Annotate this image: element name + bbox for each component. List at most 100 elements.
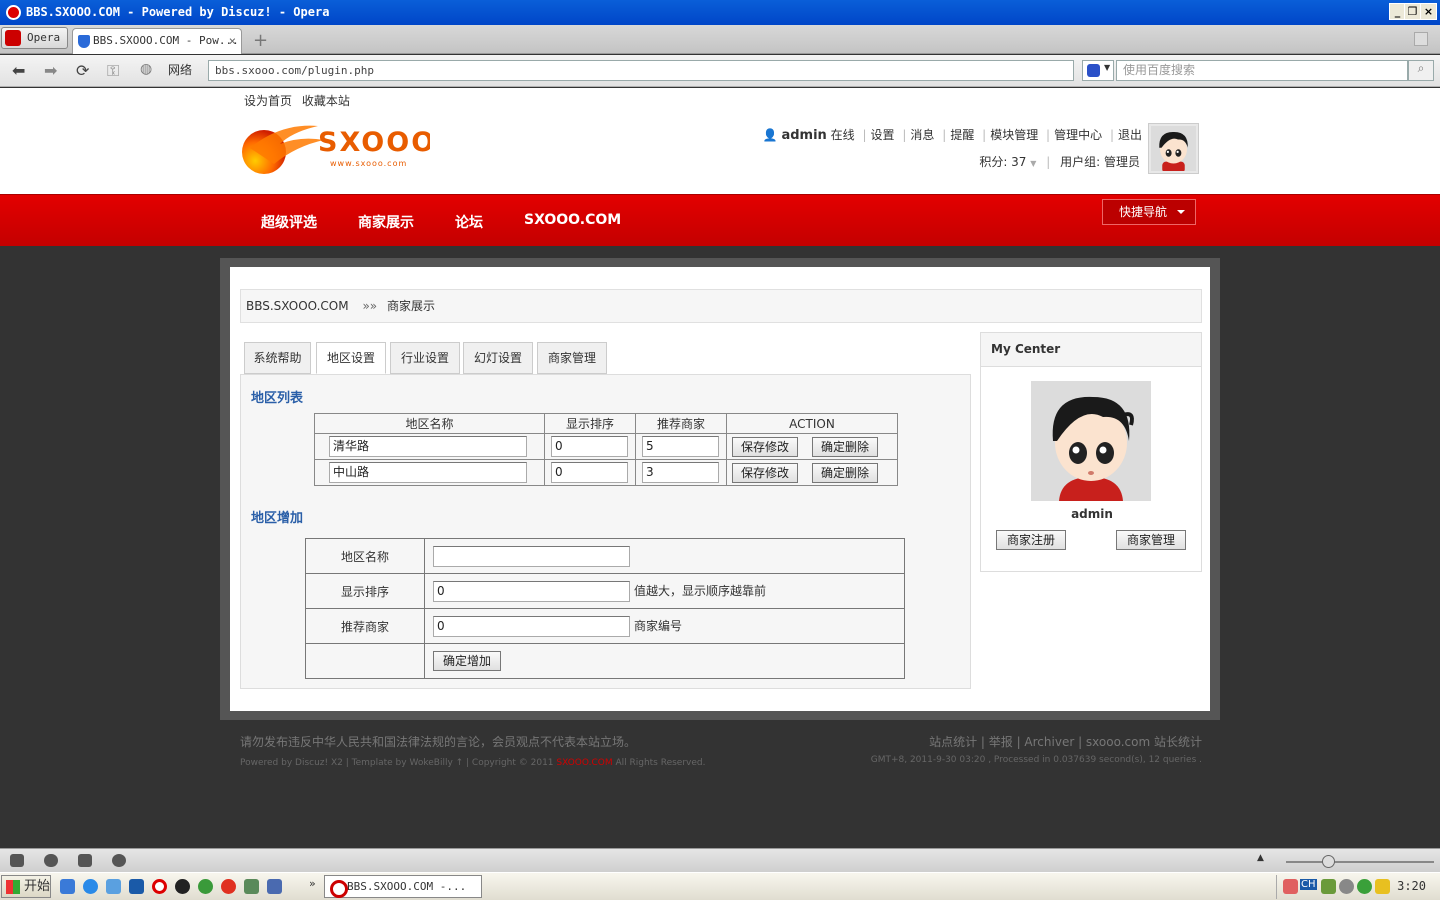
qq-icon[interactable] — [175, 879, 190, 894]
opera-menu-button[interactable]: Opera — [1, 27, 68, 49]
user-icon: 👤 — [762, 128, 778, 142]
flash-icon[interactable] — [221, 879, 236, 894]
display-order-input[interactable]: 0 — [551, 436, 628, 457]
points-dropdown-icon[interactable]: ▼ — [1030, 159, 1036, 168]
confirm-add-button[interactable]: 确定增加 — [433, 651, 502, 671]
app-icon[interactable] — [267, 879, 282, 894]
tab-bar: Opera BBS.SXOOO.COM - Pow... × + — [0, 25, 1440, 54]
new-display-order-input[interactable]: 0 — [433, 580, 630, 602]
share-icon[interactable] — [78, 854, 92, 867]
username-link[interactable]: admin — [781, 128, 826, 143]
turbo-icon[interactable] — [112, 854, 126, 867]
save-changes-button[interactable]: 保存修改 — [732, 462, 799, 483]
user-stats: 积分: 37 ▼ | 用户组: 管理员 — [979, 155, 1140, 169]
opera-menu-label: Opera — [27, 31, 61, 44]
search-icon[interactable]: ⌕ — [1408, 60, 1434, 81]
tray-icon[interactable] — [1339, 879, 1354, 894]
save-changes-button[interactable]: 保存修改 — [732, 436, 799, 457]
forward-icon[interactable]: ➡ — [44, 61, 57, 80]
app-icon[interactable] — [129, 879, 144, 894]
nav-super-vote[interactable]: 超级评选 — [261, 212, 317, 232]
tab-merchant-management[interactable]: 商家管理 — [537, 342, 607, 374]
reload-icon[interactable]: ⟳ — [76, 61, 89, 80]
header-recommended-merchant: 推荐商家 — [635, 413, 727, 434]
search-engine-selector[interactable]: ▼ — [1082, 60, 1114, 81]
admin-center-link[interactable]: 管理中心 — [1054, 128, 1102, 142]
view-up-icon[interactable]: ▲ — [1257, 853, 1264, 863]
chevron-right-icon[interactable]: » — [309, 877, 316, 890]
tab-slide-settings[interactable]: 幻灯设置 — [463, 342, 533, 374]
recommended-merchant-input[interactable]: 5 — [642, 436, 719, 457]
tray-icon[interactable] — [1375, 879, 1390, 894]
zoom-slider[interactable] — [1286, 861, 1434, 863]
nav-forum[interactable]: 论坛 — [455, 212, 483, 232]
start-button[interactable]: 开始 — [1, 875, 51, 898]
quick-nav-dropdown[interactable]: 快捷导航 — [1102, 199, 1196, 225]
panel-toggle-icon[interactable] — [10, 854, 24, 867]
user-bar: 👤 admin 在线 | 设置 | 消息 | 提醒 | 模块管理 | 管理中心 | 退出 — [762, 128, 1142, 143]
avatar[interactable] — [1031, 381, 1151, 501]
new-region-name-input[interactable] — [433, 545, 630, 567]
address-input[interactable]: bbs.sxooo.com/plugin.php — [208, 60, 1074, 81]
content-panel: BBS.SXOOO.COM »» 商家展示 系统帮助 地区设置 行业设置 幻灯设… — [230, 267, 1210, 711]
restore-button[interactable]: ❐ — [1404, 3, 1421, 20]
display-order-input[interactable]: 0 — [551, 462, 628, 483]
messages-link[interactable]: 消息 — [910, 128, 934, 142]
tray-icon[interactable] — [1283, 879, 1298, 894]
nav-merchant-show[interactable]: 商家展示 — [358, 212, 414, 232]
notices-link[interactable]: 提醒 — [950, 128, 974, 142]
set-homepage-link[interactable]: 设为首页 — [244, 94, 292, 108]
new-tab-button[interactable]: + — [253, 30, 268, 51]
merchant-manage-button[interactable]: 商家管理 — [1116, 530, 1187, 550]
new-recommended-merchant-input[interactable]: 0 — [433, 615, 630, 637]
avatar[interactable] — [1148, 123, 1199, 174]
table-row: 清华路 0 5 保存修改 确定删除 — [314, 433, 898, 460]
user-group-link[interactable]: 用户组: 管理员 — [1060, 155, 1140, 169]
points-link[interactable]: 积分: 37 — [979, 155, 1026, 169]
desktop-icon[interactable] — [60, 879, 75, 894]
merchant-register-button[interactable]: 商家注册 — [996, 530, 1067, 550]
settings-link[interactable]: 设置 — [871, 128, 895, 142]
key-icon[interactable]: ⚿ — [107, 61, 119, 81]
tray-icon[interactable] — [1357, 879, 1372, 894]
clock[interactable]: 3:20 — [1397, 879, 1426, 893]
region-name-input[interactable]: 中山路 — [329, 462, 527, 483]
closed-tabs-icon[interactable] — [1414, 32, 1428, 46]
tab-system-help[interactable]: 系统帮助 — [244, 342, 311, 374]
site-header: 设为首页 收藏本站 SXOOO www.sxooo.com 👤 admin 在线… — [0, 88, 1440, 194]
module-admin-link[interactable]: 模块管理 — [990, 128, 1038, 142]
tab-close-icon[interactable]: × — [229, 29, 236, 53]
close-window-button[interactable]: × — [1420, 3, 1437, 20]
ie-icon[interactable] — [83, 879, 98, 894]
breadcrumb-current[interactable]: 商家展示 — [387, 299, 435, 313]
app-icon[interactable] — [244, 879, 259, 894]
footer-links[interactable]: 站点统计 | 举报 | Archiver | sxooo.com 站长统计 — [929, 733, 1202, 750]
confirm-delete-button[interactable]: 确定删除 — [812, 462, 879, 483]
breadcrumb-home[interactable]: BBS.SXOOO.COM — [246, 299, 349, 313]
tray-icon[interactable] — [1321, 879, 1336, 894]
my-center-username[interactable]: admin — [981, 507, 1203, 521]
tab-industry-settings[interactable]: 行业设置 — [390, 342, 460, 374]
region-name-input[interactable]: 清华路 — [329, 436, 527, 457]
app-icon[interactable] — [106, 879, 121, 894]
unite-icon[interactable] — [44, 854, 58, 867]
search-input[interactable]: 使用百度搜索 — [1116, 60, 1408, 81]
opera-icon[interactable] — [152, 879, 167, 894]
nav-sxooo-home[interactable]: SXOOO.COM — [524, 212, 621, 228]
zoom-handle[interactable] — [1322, 855, 1335, 868]
confirm-delete-button[interactable]: 确定删除 — [812, 436, 879, 457]
footer-brand-link[interactable]: SXOOO.COM — [556, 758, 612, 768]
app-icon[interactable] — [198, 879, 213, 894]
browser-tab[interactable]: BBS.SXOOO.COM - Pow... × — [72, 28, 242, 54]
ime-indicator[interactable]: CH — [1300, 879, 1317, 890]
tab-region-settings[interactable]: 地区设置 — [316, 342, 386, 374]
region-add-title: 地区增加 — [251, 511, 304, 526]
online-status[interactable]: 在线 — [831, 128, 855, 142]
back-icon[interactable]: ⬅ — [12, 61, 25, 80]
taskbar-opera-window[interactable]: BBS.SXOOO.COM -... — [324, 875, 482, 898]
site-logo[interactable]: SXOOO www.sxooo.com — [240, 118, 430, 178]
logout-link[interactable]: 退出 — [1118, 128, 1142, 142]
recommended-merchant-input[interactable]: 3 — [642, 462, 719, 483]
breadcrumb-separator: »» — [362, 299, 378, 313]
bookmark-site-link[interactable]: 收藏本站 — [302, 94, 350, 108]
